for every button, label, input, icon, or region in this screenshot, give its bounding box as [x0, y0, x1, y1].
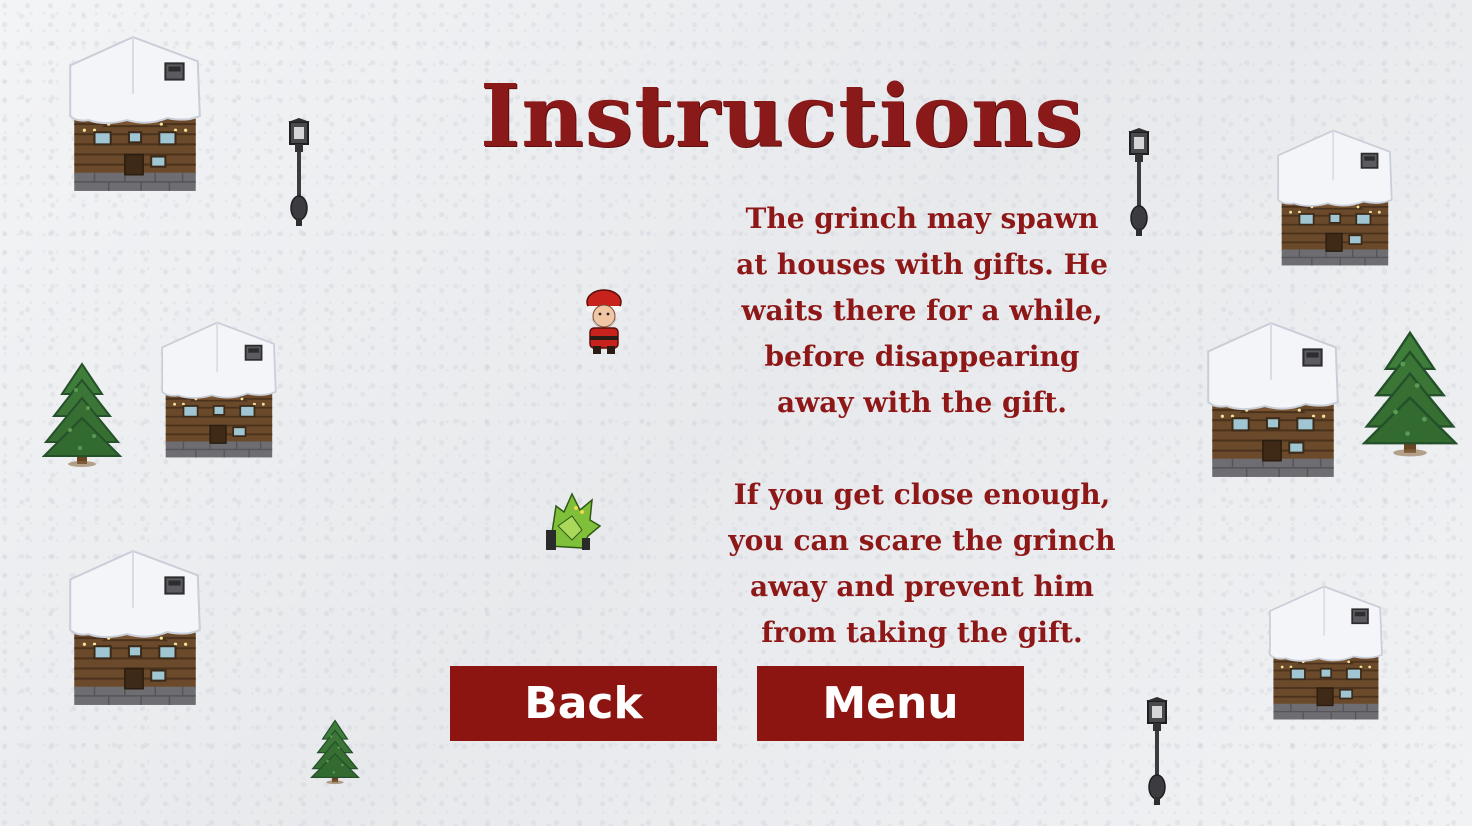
grinch-character-sprite: [546, 492, 602, 550]
house-top-left-sprite: [66, 33, 203, 195]
pine-tree-small-sprite: [310, 718, 360, 786]
instruction-paragraph-1: The grinch may spawn at houses with gift…: [736, 202, 1108, 419]
street-lamp-top-right-sprite: [1122, 127, 1156, 239]
house-mid-left-sprite: [150, 319, 287, 461]
page-title: Instructions: [480, 66, 1084, 167]
house-bottom-right-sprite: [1257, 583, 1394, 723]
santa-character-sprite: [586, 289, 622, 354]
street-lamp-top-left-sprite: [282, 117, 316, 229]
back-button[interactable]: Back: [450, 666, 717, 741]
menu-button[interactable]: Menu: [757, 666, 1024, 741]
instruction-paragraph-2: If you get close enough, you can scare t…: [728, 478, 1116, 649]
street-lamp-bottom-right-sprite: [1140, 696, 1174, 808]
pine-tree-right-sprite: [1362, 327, 1458, 461]
house-mid-right-sprite: [1204, 319, 1341, 481]
pine-tree-left-sprite: [42, 360, 122, 470]
house-top-right-sprite: [1266, 127, 1403, 269]
house-bottom-left-sprite: [66, 547, 203, 709]
